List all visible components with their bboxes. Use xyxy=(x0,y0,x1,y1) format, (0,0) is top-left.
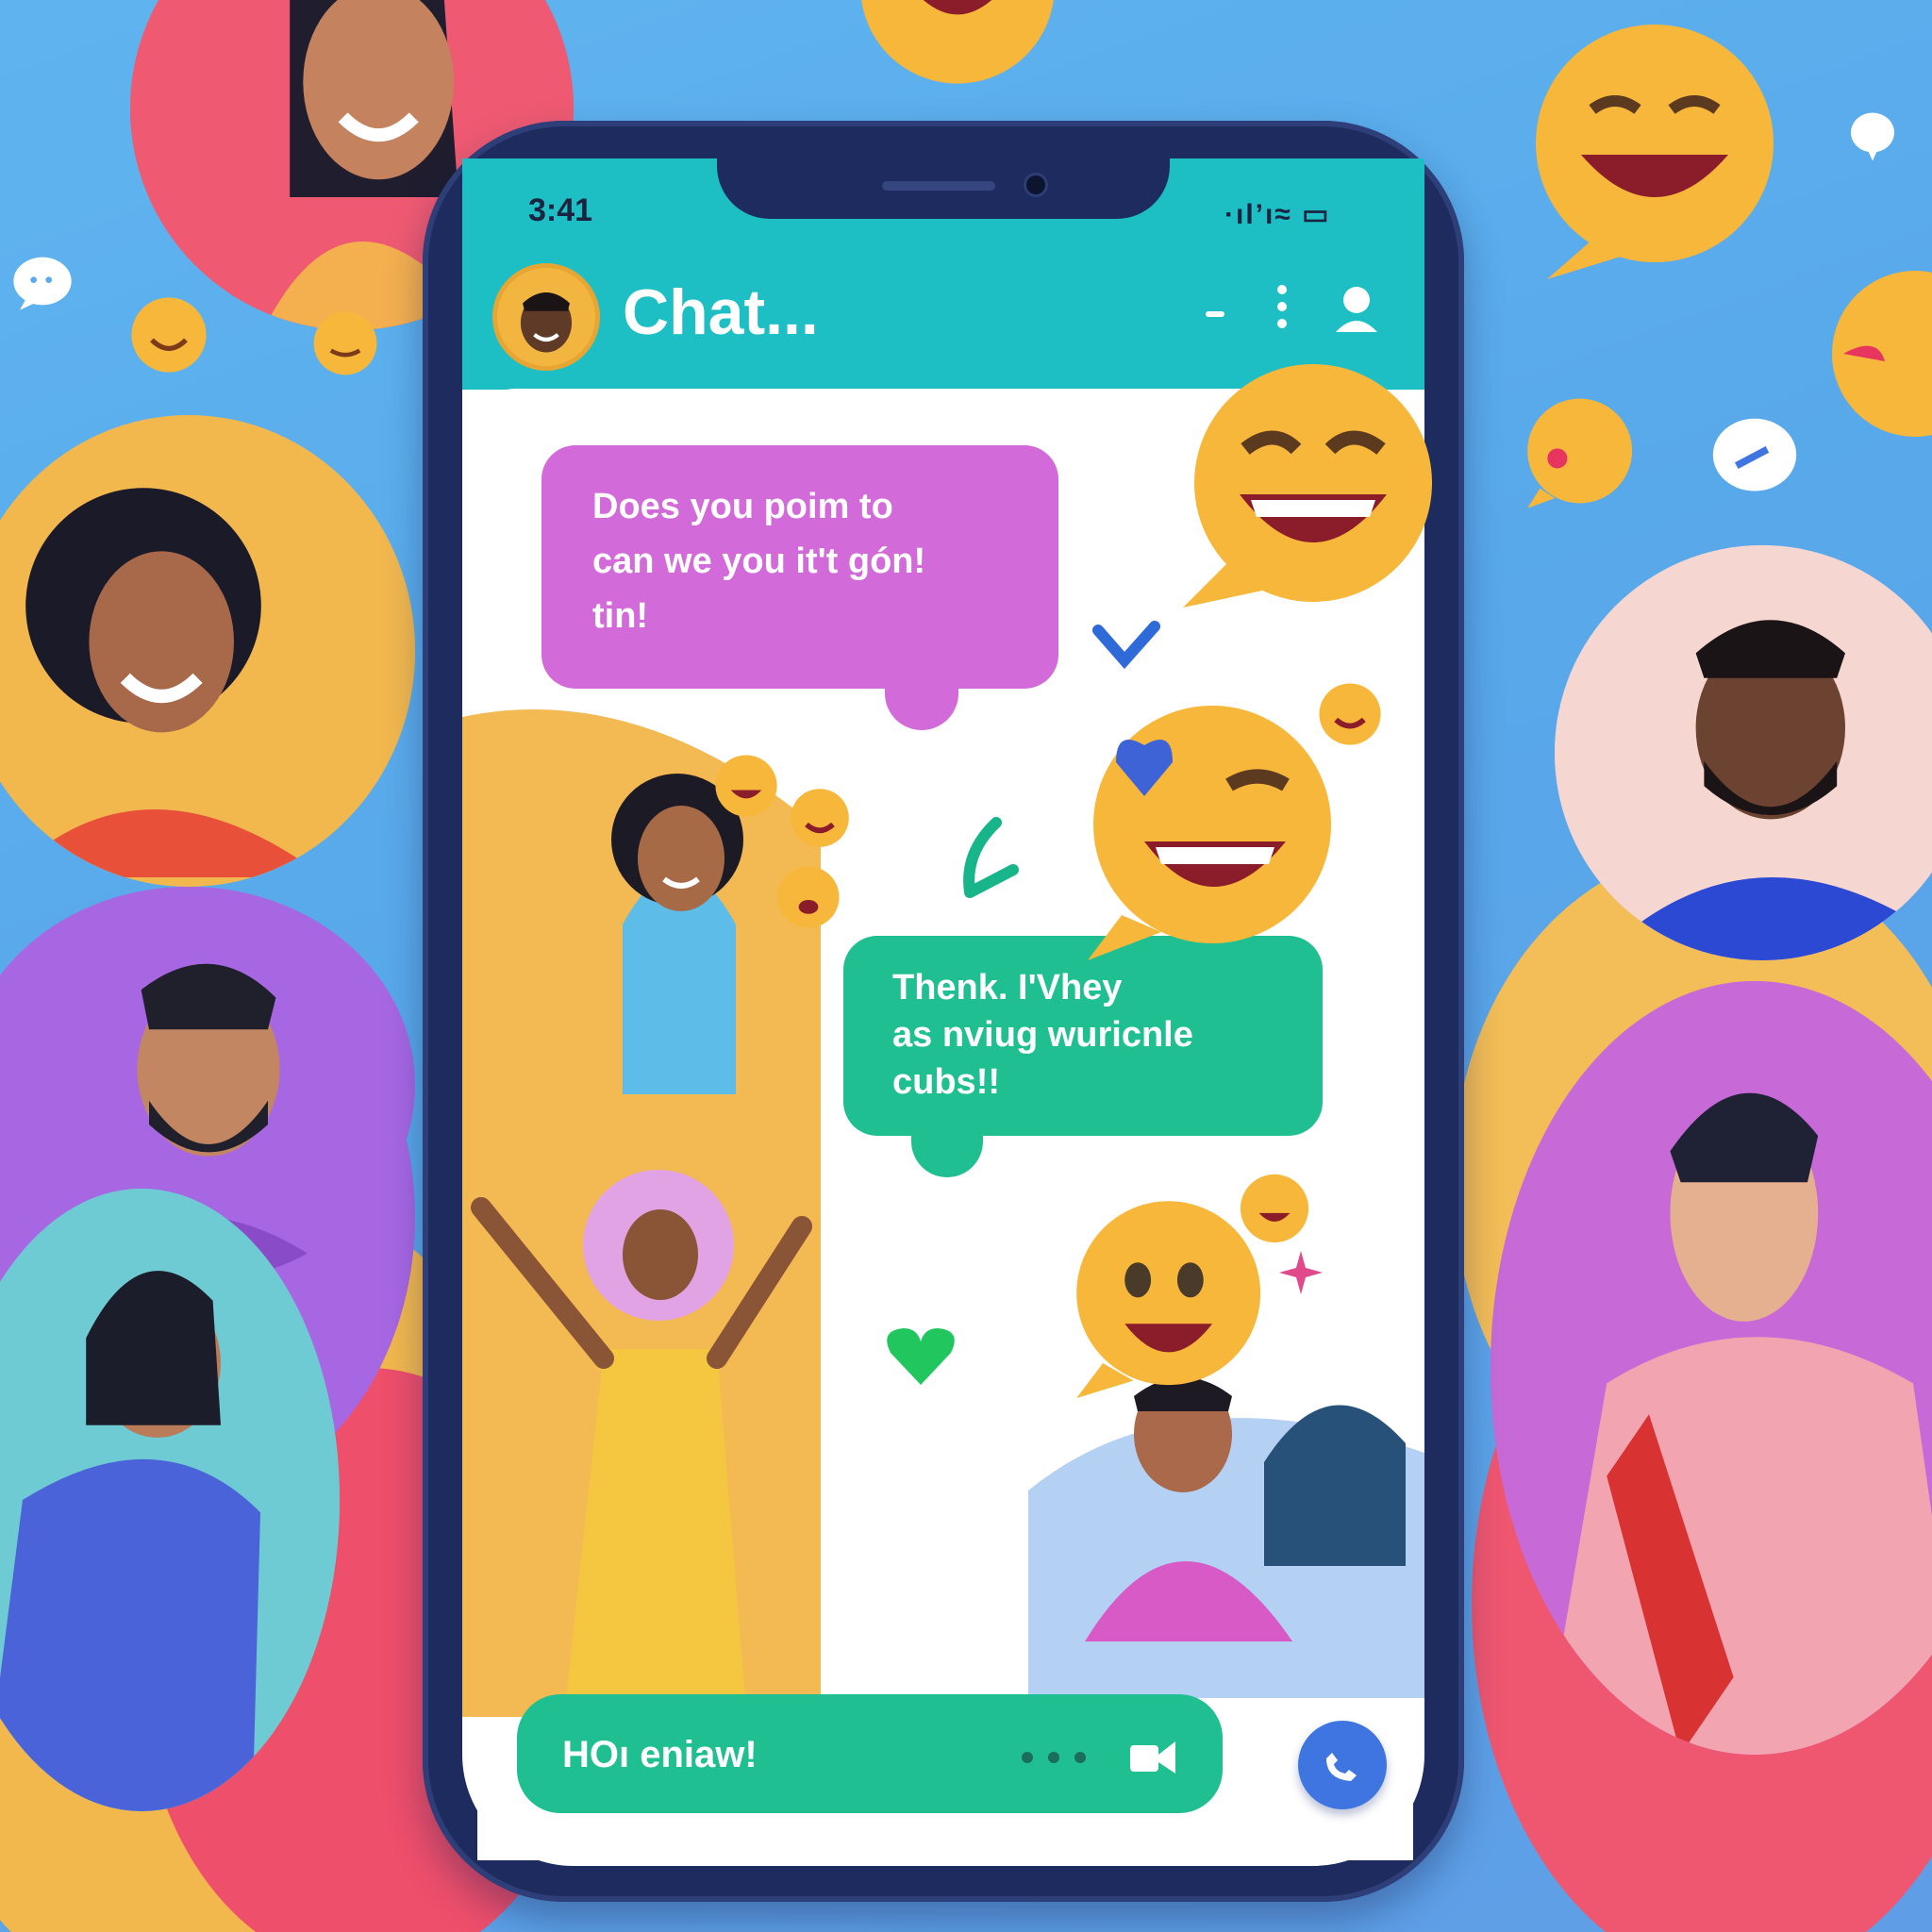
typing-dots-icon[interactable] xyxy=(1021,1751,1087,1764)
phone-call-icon xyxy=(1326,1753,1357,1781)
grinning-squint-emoji-icon xyxy=(1166,347,1449,630)
heart-wink-emoji-icon xyxy=(1051,689,1351,972)
profile-icon[interactable] xyxy=(1330,281,1383,334)
message-bubble-incoming[interactable]: Does you poim to can we you it't gón! ti… xyxy=(541,445,1058,689)
chat-bubble-icon xyxy=(1709,415,1800,500)
wink-emoji-icon xyxy=(1315,679,1385,749)
message-text: Thenk. I'Vhey as nviug wuricnle cubs!! xyxy=(892,968,1193,1102)
chat-bubble-icon xyxy=(9,255,75,311)
checkmark-icon xyxy=(958,815,1019,898)
front-camera xyxy=(1026,175,1045,194)
checkmark-icon xyxy=(1092,619,1160,672)
heart-eyes-emoji-icon xyxy=(1802,208,1932,500)
smile-emoji-icon xyxy=(774,862,843,932)
message-input-value[interactable]: HOı eniaw! xyxy=(562,1734,758,1776)
smile-emoji-icon xyxy=(1236,1170,1313,1247)
friends-illustration-left xyxy=(462,698,821,1717)
chat-title: Chat... xyxy=(623,276,819,348)
laughing-emoji-icon xyxy=(1513,8,1796,291)
laughing-emoji-icon xyxy=(849,0,1066,94)
speaker-grille xyxy=(882,181,995,191)
call-button[interactable] xyxy=(1298,1721,1387,1809)
kissing-emoji-icon xyxy=(1515,389,1640,513)
minimize-icon[interactable] xyxy=(1206,311,1224,317)
heart-icon xyxy=(885,1324,957,1387)
video-camera-icon[interactable] xyxy=(1128,1736,1177,1779)
smile-emoji-icon xyxy=(126,292,211,377)
chat-bubble-icon xyxy=(1849,109,1896,164)
more-vert-icon[interactable] xyxy=(1275,283,1289,330)
message-text: Does you poim to can we you it't gón! ti… xyxy=(592,487,926,636)
status-time: 3:41 xyxy=(528,192,593,228)
sparkle-icon xyxy=(1279,1251,1323,1294)
smile-emoji-icon xyxy=(711,751,781,821)
smile-emoji-icon xyxy=(787,785,853,851)
status-icons: ·ıl’ı≈ ▭ xyxy=(1224,199,1331,230)
smile-emoji-icon xyxy=(309,308,381,379)
contact-avatar[interactable] xyxy=(497,268,595,366)
